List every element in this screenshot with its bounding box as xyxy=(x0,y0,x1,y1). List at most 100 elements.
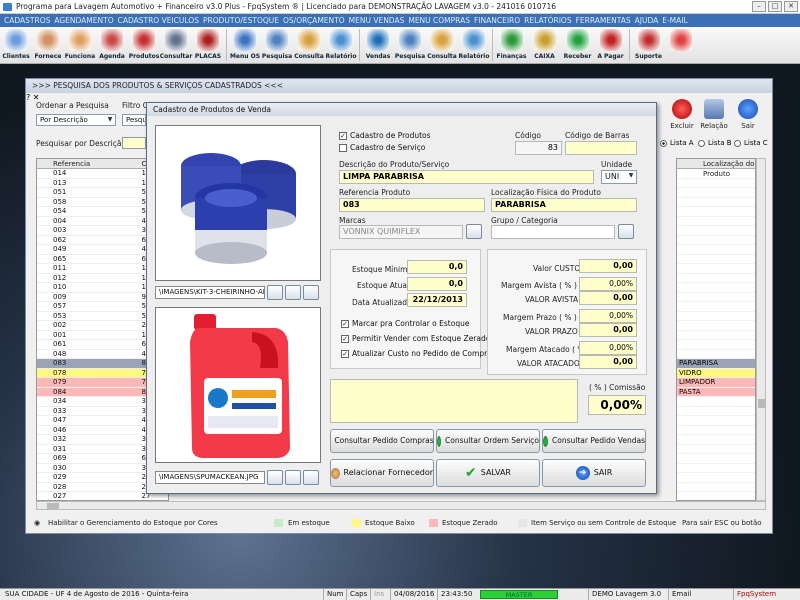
toolbar-button-11[interactable]: Vendas xyxy=(362,27,394,63)
scroll-thumb[interactable] xyxy=(47,503,59,509)
location-cell[interactable] xyxy=(677,264,755,274)
location-cell[interactable] xyxy=(677,216,755,226)
help-icon[interactable]: ? xyxy=(26,93,30,102)
estoque-minimo-field[interactable]: 0,0 xyxy=(407,260,467,274)
search-grupo-icon[interactable] xyxy=(618,224,634,239)
search-marca-icon[interactable] xyxy=(466,224,482,239)
location-cell[interactable] xyxy=(677,454,755,464)
filter-select[interactable]: Pesqu xyxy=(122,114,146,126)
toolbar-button-0[interactable]: Clientes xyxy=(0,27,32,63)
location-cell[interactable] xyxy=(677,178,755,188)
location-cell[interactable] xyxy=(677,425,755,435)
unidade-select[interactable]: UNI ▼ xyxy=(601,170,637,184)
location-cell[interactable] xyxy=(677,492,755,500)
image2-path-field[interactable]: \IMAGENS\SPUMACKEAN.JPG xyxy=(155,471,265,484)
refresh-icon[interactable] xyxy=(303,285,319,300)
descricao-field[interactable]: LIMPA PARABRISA xyxy=(339,170,594,184)
menu-item-2[interactable]: CADASTRO VEICULOS xyxy=(118,16,199,25)
product-image-2[interactable] xyxy=(155,307,321,463)
menu-item-9[interactable]: FERRAMENTAS xyxy=(576,16,631,25)
relacionar-fornecedor-button[interactable]: Relacionar Fornecedor xyxy=(330,459,434,487)
chk-cadastro-servico[interactable]: Cadastro de Serviço xyxy=(339,143,425,152)
minimize-icon[interactable]: – xyxy=(752,1,766,12)
codigo-field[interactable]: 83 xyxy=(515,141,562,155)
habilitar-toggle-icon[interactable]: ◉ xyxy=(34,515,40,531)
location-cell[interactable] xyxy=(677,283,755,293)
location-cell[interactable] xyxy=(677,349,755,359)
scroll-thumb[interactable] xyxy=(758,399,765,408)
location-cell[interactable] xyxy=(677,254,755,264)
radio-lista-a[interactable]: Lista A xyxy=(660,139,694,147)
chk-permitir-vender[interactable]: ✓ Permitir Vender com Estoque Zerado xyxy=(341,334,490,343)
location-cell[interactable]: VIDRO xyxy=(677,368,755,378)
location-cell[interactable] xyxy=(677,311,755,321)
menu-item-6[interactable]: MENU COMPRAS xyxy=(408,16,470,25)
valor-atacado-field[interactable]: 0,00 xyxy=(579,355,637,369)
order-select[interactable]: Por Descrição ▼ xyxy=(36,114,116,126)
location-cell[interactable] xyxy=(677,273,755,283)
exit-app-button[interactable] xyxy=(665,27,697,63)
localizacao-field[interactable]: PARABRISA xyxy=(491,198,637,212)
location-cell[interactable] xyxy=(677,302,755,312)
location-cell[interactable] xyxy=(677,482,755,492)
toolbar-button-6[interactable]: PLACAS xyxy=(192,27,224,63)
valor-custo-field[interactable]: 0,00 xyxy=(579,259,637,273)
location-column[interactable]: Localização do Produto PARABRISAVIDROLIM… xyxy=(676,158,756,501)
dialog-sair-button[interactable]: ➔ SAIR xyxy=(542,459,646,487)
location-cell[interactable] xyxy=(677,330,755,340)
toolbar-button-12[interactable]: Pesquisa xyxy=(394,27,426,63)
consultar-pedido-vendas-button[interactable]: Consultar Pedido Vendas xyxy=(542,429,646,453)
image1-path-field[interactable]: \IMAGENS\KIT-3-CHEIRINHO-AF xyxy=(155,286,265,299)
excluir-button[interactable]: Excluir xyxy=(664,99,700,135)
toolbar-button-18[interactable]: A Pagar xyxy=(594,27,627,63)
location-cell[interactable]: LIMPADOR xyxy=(677,378,755,388)
valor-prazo-field[interactable]: 0,00 xyxy=(579,323,637,337)
margem-prazo-field[interactable]: 0,00% xyxy=(579,309,637,323)
location-cell[interactable] xyxy=(677,207,755,217)
menu-item-3[interactable]: PRODUTO/ESTOQUE xyxy=(203,16,279,25)
chk-atualizar-custo[interactable]: ✓ Atualizar Custo no Pedido de Compras xyxy=(341,349,496,358)
marca-field[interactable]: VONNIX QUIMIFLEX xyxy=(339,225,463,239)
refresh-icon[interactable] xyxy=(303,470,319,485)
observacao-field[interactable] xyxy=(330,379,578,423)
location-cell[interactable] xyxy=(677,340,755,350)
product-image-1[interactable] xyxy=(155,125,321,281)
salvar-button[interactable]: ✔ SALVAR xyxy=(436,459,540,487)
menu-item-11[interactable]: E-MAIL xyxy=(662,16,687,25)
chk-marcar-estoque[interactable]: ✓ Marcar pra Controlar o Estoque xyxy=(341,319,469,328)
location-cell[interactable] xyxy=(677,397,755,407)
location-cell[interactable] xyxy=(677,463,755,473)
toolbar-button-8[interactable]: Pesquisa xyxy=(261,27,293,63)
toolbar-button-3[interactable]: Agenda xyxy=(96,27,128,63)
location-cell[interactable] xyxy=(677,188,755,198)
location-cell[interactable] xyxy=(677,416,755,426)
col-localizacao[interactable]: Localização do Produto xyxy=(677,159,755,178)
toolbar-button-9[interactable]: Consulta xyxy=(293,27,325,63)
location-cell[interactable] xyxy=(677,473,755,483)
location-cell[interactable] xyxy=(677,226,755,236)
sair-button[interactable]: Sair xyxy=(730,99,766,135)
location-cell[interactable] xyxy=(677,444,755,454)
estoque-atual-field[interactable]: 0,0 xyxy=(407,277,467,291)
search-icon[interactable] xyxy=(285,285,301,300)
margem-avista-field[interactable]: 0,00% xyxy=(579,277,637,291)
col-referencia[interactable]: Referencia xyxy=(37,159,132,168)
consultar-pedido-compras-button[interactable]: Consultar Pedido Compras xyxy=(330,429,434,453)
location-cell[interactable] xyxy=(677,292,755,302)
toolbar-button-7[interactable]: Menu OS xyxy=(229,27,261,63)
vertical-scrollbar[interactable] xyxy=(756,158,766,501)
toolbar-button-14[interactable]: Relatório xyxy=(458,27,490,63)
menu-item-0[interactable]: CADASTROS xyxy=(4,16,50,25)
toolbar-button-16[interactable]: CAIXA xyxy=(528,27,561,63)
maximize-icon[interactable]: □ xyxy=(768,1,782,12)
toolbar-button-4[interactable]: Produtos xyxy=(128,27,160,63)
location-cell[interactable] xyxy=(677,435,755,445)
radio-lista-c[interactable]: Lista C xyxy=(734,139,768,147)
grupo-field[interactable] xyxy=(491,225,615,239)
location-cell[interactable] xyxy=(677,321,755,331)
consultar-ordem-servico-button[interactable]: Consultar Ordem Serviço xyxy=(436,429,540,453)
location-cell[interactable]: PASTA xyxy=(677,387,755,397)
location-cell[interactable]: PARABRISA xyxy=(677,359,755,369)
toolbar-button-2[interactable]: Funciona xyxy=(64,27,96,63)
toolbar-button-5[interactable]: Consultar xyxy=(160,27,192,63)
